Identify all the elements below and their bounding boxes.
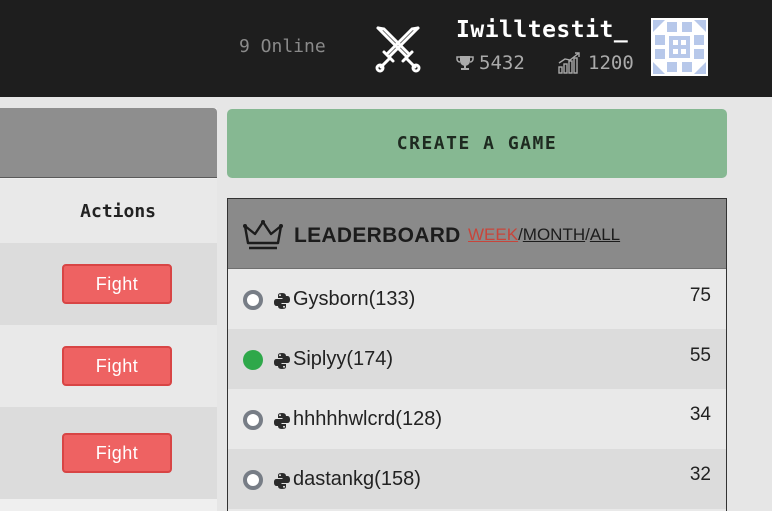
leaderboard-row[interactable]: dastankg(158) 32 xyxy=(228,449,726,509)
challenge-row: Fight xyxy=(0,407,217,499)
actions-column-header: Actions xyxy=(0,179,217,243)
filter-month[interactable]: MONTH xyxy=(523,225,585,244)
python-icon xyxy=(274,353,290,369)
trophy-icon xyxy=(456,56,474,70)
python-icon xyxy=(274,413,290,429)
player-name: Gysborn(133) xyxy=(293,288,416,310)
challenge-row: Fight xyxy=(0,325,217,407)
online-status-icon xyxy=(243,350,263,370)
offline-status-icon xyxy=(243,410,263,430)
player-name: dastankg(158) xyxy=(293,468,421,490)
create-game-button[interactable]: CREATE A GAME xyxy=(227,109,727,178)
filter-week[interactable]: WEEK xyxy=(468,225,518,244)
fight-button[interactable]: Fight xyxy=(62,264,172,304)
leaderboard-row[interactable]: Siplyy(174) 55 xyxy=(228,329,726,389)
player-score: 32 xyxy=(689,464,711,485)
player-score: 55 xyxy=(689,345,711,366)
leaderboard-title: LEADERBOARD xyxy=(294,224,461,247)
leaderboard-row[interactable]: Gysborn(133) 75 xyxy=(228,269,726,329)
fight-button[interactable]: Fight xyxy=(62,346,172,386)
username[interactable]: Iwilltestit_ xyxy=(456,17,628,43)
leaderboard-row[interactable]: hhhhhwlcrd(128) 34 xyxy=(228,389,726,449)
player-score: 75 xyxy=(689,285,711,306)
challenge-row: Fight xyxy=(0,243,217,325)
rating-value: 1200 xyxy=(588,52,634,74)
fight-button[interactable]: Fight xyxy=(62,433,172,473)
top-bar: 9 Online Iwilltestit_ 5432 1200 xyxy=(0,0,772,97)
filter-all[interactable]: ALL xyxy=(590,225,620,244)
rating-chart-icon xyxy=(558,52,580,74)
leaderboard-header: LEADERBOARD WEEK/MONTH/ALL xyxy=(228,199,726,269)
crown-icon xyxy=(243,220,283,250)
trophy-stat: 5432 xyxy=(456,52,525,74)
python-icon xyxy=(274,473,290,489)
offline-status-icon xyxy=(243,290,263,310)
trophy-count: 5432 xyxy=(479,52,525,74)
leaderboard-filters: WEEK/MONTH/ALL xyxy=(468,225,620,245)
identicon-avatar[interactable] xyxy=(651,18,708,76)
player-score: 34 xyxy=(689,404,711,425)
challenges-panel: Actions Fight Fight Fight xyxy=(0,108,217,511)
python-icon xyxy=(274,293,290,309)
online-count: 9 Online xyxy=(239,36,326,57)
crossed-swords-icon[interactable] xyxy=(370,20,426,76)
leaderboard-panel: LEADERBOARD WEEK/MONTH/ALL Gysborn(133) … xyxy=(227,198,727,511)
player-name: hhhhhwlcrd(128) xyxy=(293,408,442,430)
player-name: Siplyy(174) xyxy=(293,348,394,370)
rating-stat: 1200 xyxy=(557,52,634,74)
offline-status-icon xyxy=(243,470,263,490)
challenges-panel-header xyxy=(0,108,217,178)
